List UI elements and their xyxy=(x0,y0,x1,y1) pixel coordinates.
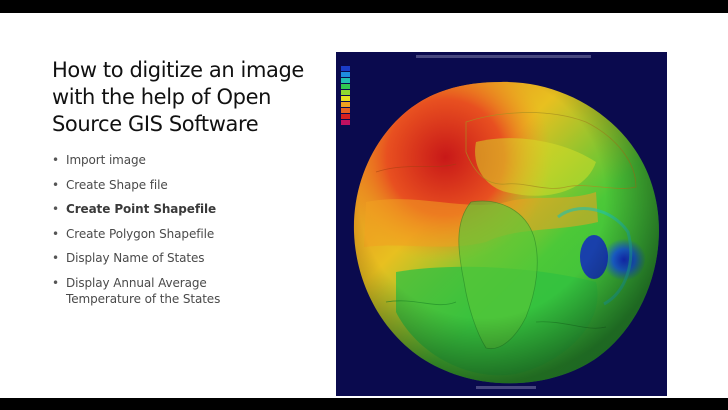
bullet-dot-icon: • xyxy=(52,275,59,290)
bullet-text: Create Shape file xyxy=(66,177,168,192)
bullet-text: Display Name of States xyxy=(66,251,205,265)
bullet-text: Create Polygon Shapefile xyxy=(66,226,215,241)
bullet-dot-icon: • xyxy=(52,226,59,241)
bullet-text: Display Annual Average xyxy=(66,275,207,290)
slide-title: How to digitize an image with the help o… xyxy=(52,57,322,138)
bullet-item: • Create Shape file xyxy=(52,177,322,193)
bullet-dot-icon: • xyxy=(52,153,59,167)
bullet-dot-icon: • xyxy=(52,251,59,265)
image-footer-text xyxy=(476,386,536,389)
image-header-text xyxy=(416,55,591,58)
slide-title-line: How to digitize an image xyxy=(52,58,304,82)
slide-title-line: with the help of Open xyxy=(52,85,272,109)
bullet-list: • Import image • Create Shape file • Cre… xyxy=(52,152,322,315)
bullet-item: • Create Polygon Shapefile xyxy=(52,226,322,242)
bullet-text: Import image xyxy=(66,153,146,167)
color-legend xyxy=(341,66,350,125)
bullet-item: • Display Annual Average Temperature of … xyxy=(52,275,322,307)
bullet-dot-icon: • xyxy=(52,177,59,192)
geoid-globe-image xyxy=(336,52,667,396)
bullet-item: • Import image xyxy=(52,152,322,168)
slide-title-line: Source GIS Software xyxy=(52,112,259,136)
presentation-slide: How to digitize an image with the help o… xyxy=(0,13,728,398)
bullet-item: • Display Name of States xyxy=(52,250,322,266)
bullet-item-active: • Create Point Shapefile xyxy=(52,201,322,217)
bullet-text: Create Point Shapefile xyxy=(66,202,217,216)
bullet-text: Temperature of the States xyxy=(66,291,221,306)
video-letterbox-bottom xyxy=(0,398,728,410)
video-letterbox-top xyxy=(0,0,728,13)
globe xyxy=(353,81,659,384)
bullet-dot-icon: • xyxy=(52,202,59,216)
geoid-globe-graphic xyxy=(341,55,659,389)
